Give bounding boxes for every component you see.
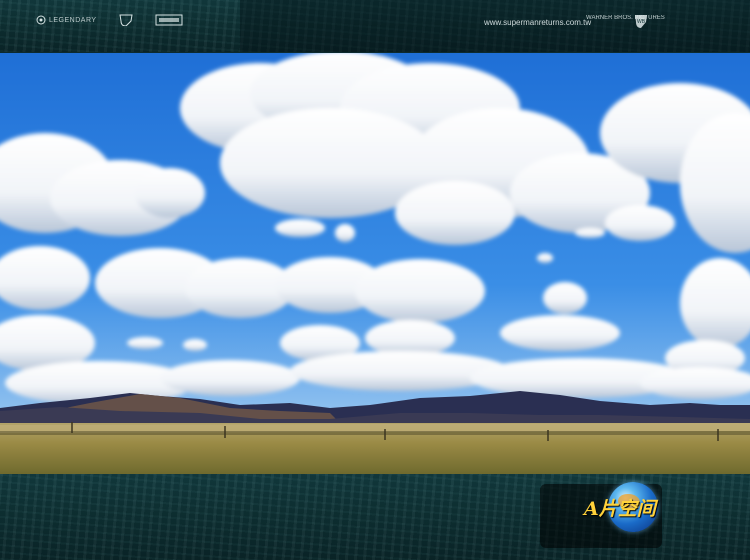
wallpaper-frame: LEGENDARY www.supermanreturns.com.tw WAR… <box>0 0 750 560</box>
svg-text:WB: WB <box>637 19 646 25</box>
studio-logo-icon <box>155 14 183 26</box>
fence-line <box>0 431 750 435</box>
legendary-logo-text: LEGENDARY <box>49 16 97 24</box>
studio-credit: WARNER BROS. PICTURES <box>586 15 665 21</box>
watermark-text: A片空间 <box>584 498 656 520</box>
landscape-photo <box>0 53 750 474</box>
sponsor-logos: LEGENDARY <box>36 14 183 26</box>
wb-logo-icon: WB <box>635 15 647 28</box>
legendary-logo: LEGENDARY <box>36 15 97 25</box>
top-banner: LEGENDARY www.supermanreturns.com.tw WAR… <box>0 0 750 52</box>
website-url: www.supermanreturns.com.tw <box>484 18 592 27</box>
watermark-badge: A片空间 <box>540 478 670 553</box>
landscape-scene <box>0 53 750 474</box>
legendary-emblem-icon <box>36 15 46 25</box>
wb-shield-icon <box>118 14 133 26</box>
